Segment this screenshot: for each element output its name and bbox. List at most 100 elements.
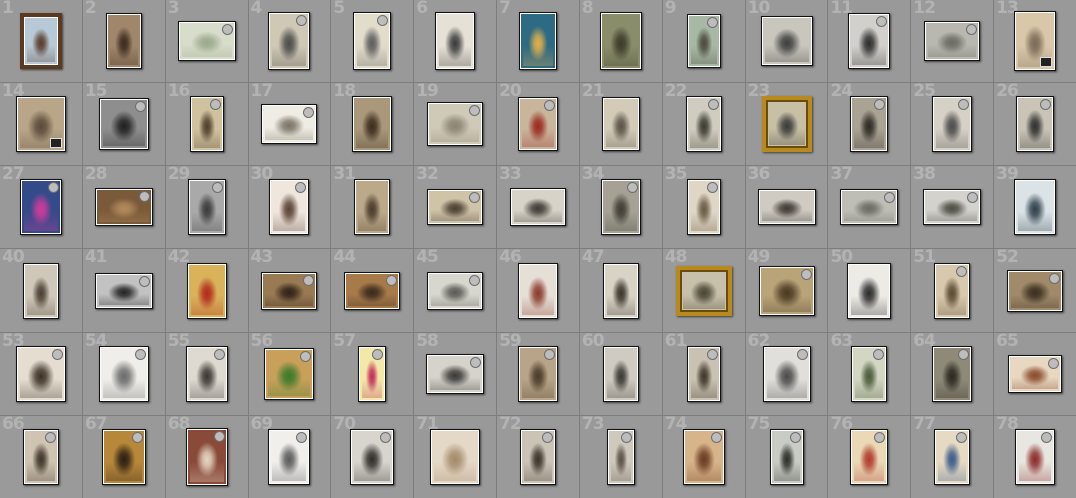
- metadata-badge-icon[interactable]: [706, 348, 718, 360]
- metadata-badge-icon[interactable]: [51, 348, 63, 360]
- metadata-badge-icon[interactable]: [543, 348, 555, 360]
- photo-thumbnail[interactable]: [268, 428, 311, 485]
- photo-thumbnail[interactable]: [19, 179, 62, 236]
- grid-cell[interactable]: 47: [579, 249, 662, 332]
- photo-thumbnail[interactable]: [1014, 11, 1057, 72]
- metadata-badge-icon[interactable]: [221, 24, 233, 36]
- photo-thumbnail[interactable]: [600, 179, 641, 236]
- grid-cell[interactable]: 66: [0, 415, 82, 498]
- photo-thumbnail[interactable]: [189, 96, 224, 153]
- metadata-badge-icon[interactable]: [296, 15, 308, 27]
- photo-thumbnail[interactable]: [427, 102, 484, 147]
- grid-cell[interactable]: 74: [662, 415, 745, 498]
- grid-cell[interactable]: 33: [497, 166, 579, 249]
- grid-cell[interactable]: 75: [745, 415, 828, 498]
- grid-cell[interactable]: 70: [331, 415, 414, 498]
- metadata-badge-icon[interactable]: [958, 99, 970, 111]
- grid-cell[interactable]: 67: [82, 415, 165, 498]
- photo-thumbnail[interactable]: [185, 427, 228, 486]
- photo-thumbnail[interactable]: [358, 345, 387, 402]
- metadata-badge-icon[interactable]: [967, 192, 979, 204]
- photo-thumbnail[interactable]: [98, 98, 149, 151]
- metadata-badge-icon[interactable]: [541, 431, 553, 443]
- photo-thumbnail[interactable]: [1016, 96, 1055, 153]
- photo-thumbnail[interactable]: [606, 428, 635, 485]
- grid-cell[interactable]: 5: [331, 0, 414, 83]
- metadata-badge-icon[interactable]: [131, 431, 143, 443]
- grid-cell[interactable]: 29: [165, 166, 248, 249]
- photo-thumbnail[interactable]: [517, 345, 558, 402]
- metadata-badge-icon[interactable]: [209, 99, 221, 111]
- metadata-badge-icon[interactable]: [138, 191, 150, 203]
- grid-cell[interactable]: 62: [745, 332, 828, 415]
- metadata-badge-icon[interactable]: [47, 182, 59, 194]
- grid-cell[interactable]: 34: [579, 166, 662, 249]
- photo-thumbnail[interactable]: [186, 262, 227, 319]
- metadata-badge-icon[interactable]: [303, 107, 315, 119]
- photo-thumbnail[interactable]: [924, 21, 981, 62]
- photo-thumbnail[interactable]: [1008, 354, 1063, 393]
- photo-thumbnail[interactable]: [850, 96, 889, 153]
- grid-cell[interactable]: 32: [414, 166, 497, 249]
- photo-thumbnail[interactable]: [264, 347, 315, 400]
- photo-thumbnail[interactable]: [519, 428, 556, 485]
- photo-thumbnail[interactable]: [517, 262, 558, 319]
- photo-thumbnail[interactable]: [840, 189, 899, 226]
- metadata-badge-icon[interactable]: [876, 16, 888, 28]
- photo-thumbnail[interactable]: [350, 428, 395, 485]
- photo-thumbnail[interactable]: [1007, 269, 1064, 312]
- photo-thumbnail[interactable]: [599, 12, 642, 71]
- grid-cell[interactable]: 64: [911, 332, 994, 415]
- grid-cell[interactable]: 35: [662, 166, 745, 249]
- metadata-badge-icon[interactable]: [134, 348, 146, 360]
- metadata-badge-icon[interactable]: [796, 348, 808, 360]
- photo-thumbnail[interactable]: [98, 345, 149, 402]
- photo-thumbnail[interactable]: [426, 353, 485, 394]
- metadata-badge-icon[interactable]: [543, 100, 555, 112]
- photo-thumbnail[interactable]: [686, 179, 721, 236]
- grid-cell[interactable]: 57: [331, 332, 414, 415]
- grid-cell[interactable]: 65: [994, 332, 1076, 415]
- photo-thumbnail[interactable]: [682, 428, 725, 485]
- photo-thumbnail[interactable]: [685, 96, 722, 153]
- metadata-badge-icon[interactable]: [469, 274, 481, 286]
- photo-thumbnail[interactable]: [15, 96, 66, 153]
- metadata-badge-icon[interactable]: [706, 17, 718, 29]
- grid-cell[interactable]: 42: [165, 249, 248, 332]
- photo-thumbnail[interactable]: [105, 13, 142, 70]
- photo-thumbnail[interactable]: [934, 262, 971, 319]
- metadata-badge-icon[interactable]: [710, 431, 722, 443]
- photo-thumbnail[interactable]: [517, 97, 558, 152]
- grid-cell[interactable]: 37: [828, 166, 911, 249]
- metadata-badge-icon[interactable]: [380, 431, 392, 443]
- grid-cell[interactable]: 68: [165, 415, 248, 498]
- grid-cell[interactable]: 3: [165, 0, 248, 83]
- photo-thumbnail[interactable]: [1015, 428, 1056, 485]
- metadata-badge-icon[interactable]: [956, 431, 968, 443]
- grid-cell[interactable]: 50: [828, 249, 911, 332]
- metadata-badge-icon[interactable]: [211, 182, 223, 194]
- photo-thumbnail[interactable]: [675, 265, 732, 316]
- grid-cell[interactable]: 56: [248, 332, 331, 415]
- photo-thumbnail[interactable]: [185, 345, 228, 402]
- grid-cell[interactable]: 12: [911, 0, 994, 83]
- grid-cell[interactable]: 31: [331, 166, 414, 249]
- grid-cell[interactable]: 44: [331, 249, 414, 332]
- photo-thumbnail[interactable]: [427, 189, 484, 226]
- photo-thumbnail[interactable]: [761, 96, 812, 153]
- metadata-badge-icon[interactable]: [213, 348, 225, 360]
- grid-cell[interactable]: 49: [745, 249, 828, 332]
- metadata-badge-icon[interactable]: [138, 275, 150, 287]
- photo-thumbnail[interactable]: [430, 428, 481, 485]
- photo-thumbnail[interactable]: [762, 345, 811, 402]
- grid-cell[interactable]: 40: [0, 249, 82, 332]
- grid-cell[interactable]: 36: [745, 166, 828, 249]
- grid-cell[interactable]: 18: [331, 83, 414, 166]
- grid-cell[interactable]: 48: [662, 249, 745, 332]
- grid-cell[interactable]: 11: [828, 0, 911, 83]
- metadata-badge-icon[interactable]: [800, 268, 812, 280]
- grid-cell[interactable]: 17: [248, 83, 331, 166]
- photo-thumbnail[interactable]: [268, 12, 311, 71]
- grid-cell[interactable]: 20: [497, 83, 579, 166]
- metadata-badge-icon[interactable]: [1049, 272, 1061, 284]
